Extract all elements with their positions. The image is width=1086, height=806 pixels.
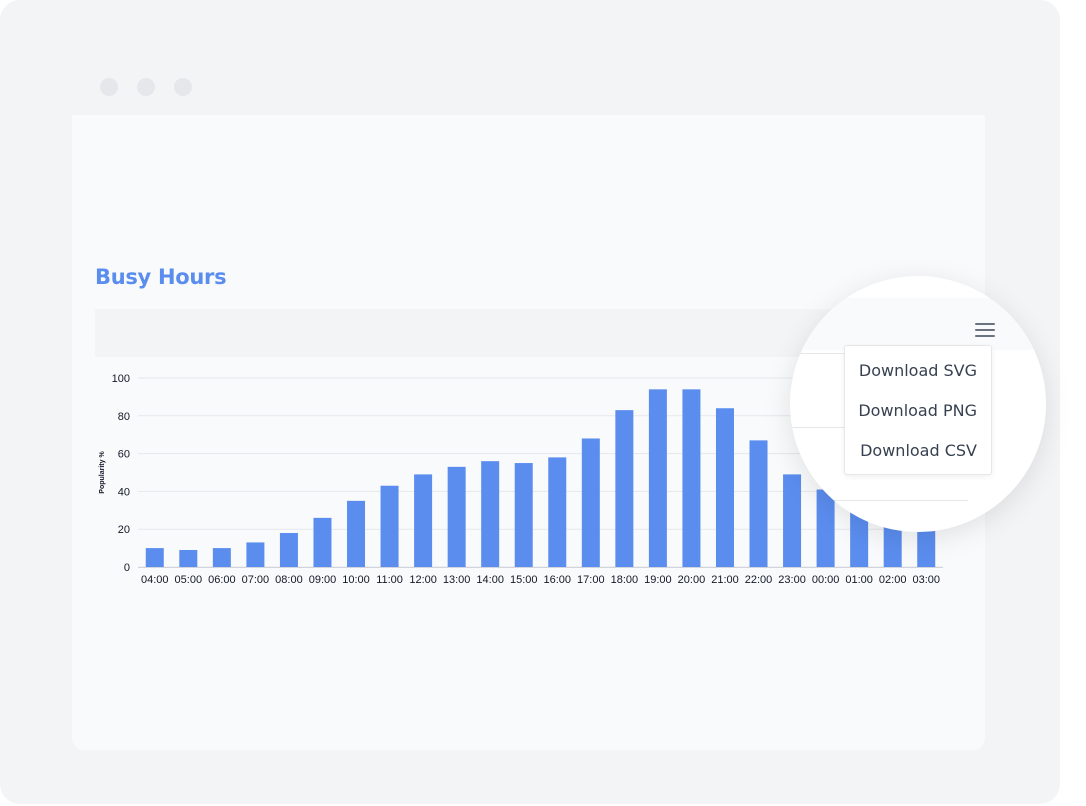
- y-tick-label: 60: [118, 449, 130, 461]
- bar-0000: [816, 489, 835, 567]
- bar-2300: [783, 474, 802, 567]
- download-png-item[interactable]: Download PNG: [858, 401, 977, 420]
- bar-1600: [548, 457, 567, 567]
- x-tick-label: 13:00: [443, 574, 471, 586]
- x-tick-label: 10:00: [342, 574, 370, 586]
- bar-1100: [380, 485, 399, 567]
- bar-1300: [447, 466, 466, 567]
- x-tick-label: 04:00: [141, 574, 169, 586]
- magnified-gridline: [790, 500, 968, 501]
- bar-1400: [481, 461, 500, 567]
- bar-2000: [682, 389, 701, 567]
- menu-icon[interactable]: [975, 323, 995, 337]
- x-tick-label: 12:00: [409, 574, 437, 586]
- download-svg-item[interactable]: Download SVG: [859, 361, 977, 380]
- x-tick-label: 23:00: [778, 574, 806, 586]
- window-dot-minimize[interactable]: [137, 78, 155, 96]
- bar-0400: [145, 548, 164, 567]
- bar-1000: [347, 500, 366, 567]
- x-tick-label: 15:00: [510, 574, 538, 586]
- bar-0700: [246, 542, 265, 567]
- y-axis-label: Popularity %: [99, 451, 106, 494]
- magnified-gridline: [790, 353, 850, 354]
- y-tick-label: 0: [124, 562, 130, 574]
- magnified-gridline: [790, 427, 850, 428]
- x-tick-label: 16:00: [544, 574, 572, 586]
- bar-1200: [414, 474, 433, 567]
- window-dot-maximize[interactable]: [174, 78, 192, 96]
- y-tick-label: 100: [112, 373, 130, 385]
- y-tick-label: 40: [118, 486, 130, 498]
- x-tick-label: 06:00: [208, 574, 236, 586]
- bar-1500: [514, 463, 533, 567]
- x-tick-label: 09:00: [309, 574, 337, 586]
- bar-1900: [648, 389, 667, 567]
- x-tick-label: 17:00: [577, 574, 605, 586]
- x-tick-label: 01:00: [845, 574, 873, 586]
- x-tick-label: 11:00: [376, 574, 403, 586]
- magnifier-callout: Download SVG Download PNG Download CSV: [790, 276, 1046, 532]
- x-tick-label: 21:00: [711, 574, 739, 586]
- magnified-toolbar: [790, 298, 1046, 350]
- x-tick-label: 20:00: [678, 574, 706, 586]
- bar-1800: [615, 410, 634, 567]
- x-tick-label: 05:00: [175, 574, 203, 586]
- x-tick-label: 03:00: [912, 574, 940, 586]
- bar-0500: [179, 549, 198, 567]
- x-tick-label: 14:00: [476, 574, 504, 586]
- x-tick-label: 19:00: [644, 574, 672, 586]
- x-tick-label: 18:00: [611, 574, 639, 586]
- download-csv-item[interactable]: Download CSV: [860, 441, 977, 460]
- bar-0900: [313, 517, 332, 567]
- bar-2200: [749, 440, 768, 567]
- x-tick-label: 22:00: [745, 574, 773, 586]
- bar-0800: [279, 532, 298, 567]
- bar-0600: [212, 548, 231, 567]
- x-tick-label: 02:00: [879, 574, 907, 586]
- bar-0300: [917, 531, 936, 567]
- y-tick-label: 80: [118, 411, 130, 423]
- bar-2100: [715, 408, 734, 567]
- download-menu: Download SVG Download PNG Download CSV: [844, 345, 992, 475]
- x-tick-label: 07:00: [242, 574, 270, 586]
- bar-0200: [883, 525, 902, 567]
- bar-1700: [581, 438, 600, 567]
- window-dot-close[interactable]: [100, 78, 118, 96]
- x-tick-label: 08:00: [275, 574, 303, 586]
- x-tick-label: 00:00: [812, 574, 840, 586]
- y-tick-label: 20: [118, 524, 130, 536]
